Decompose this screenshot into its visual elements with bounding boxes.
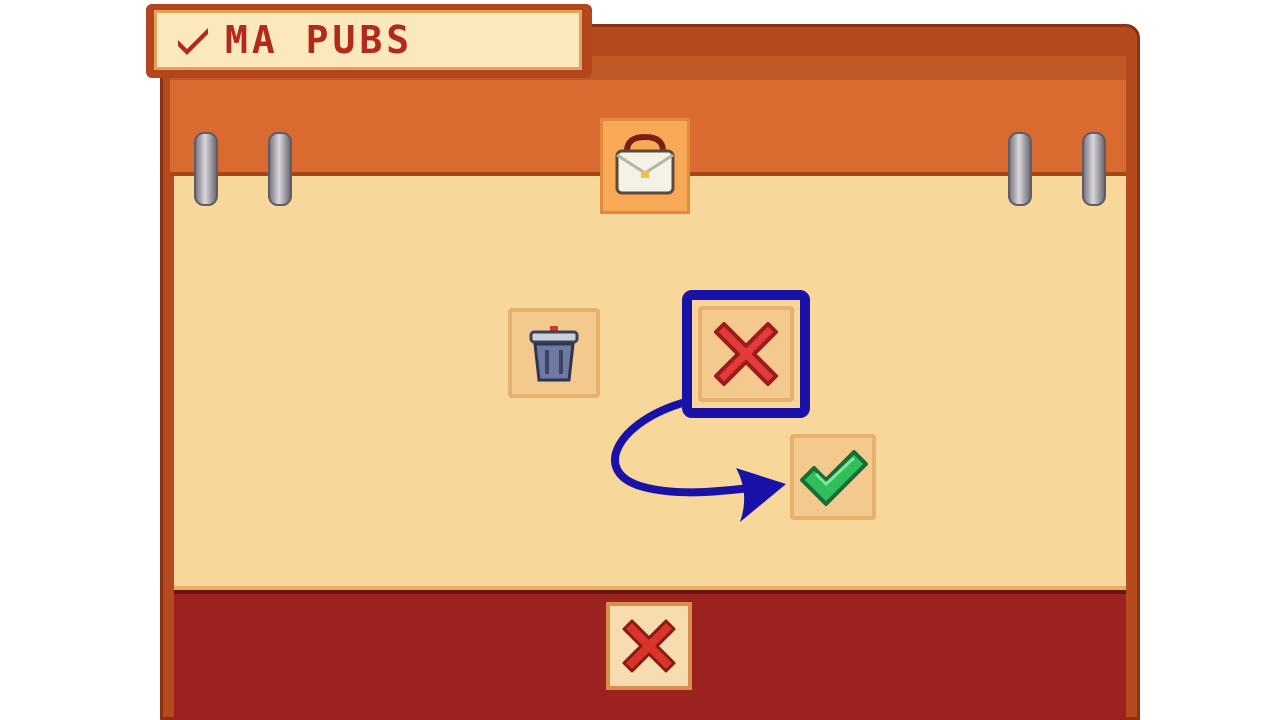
green-check-icon: [796, 440, 870, 514]
binder-ring-left-2: [268, 132, 292, 206]
binder-ring-right-2: [1082, 132, 1106, 206]
close-button[interactable]: [606, 602, 692, 690]
close-x-icon: [616, 613, 682, 679]
binder-ring-right-1: [1008, 132, 1032, 206]
delete-button[interactable]: [508, 308, 600, 398]
category-tab-bag[interactable]: [600, 118, 690, 214]
curved-arrow-icon: [600, 390, 810, 530]
accept-button[interactable]: [790, 434, 876, 520]
trash-can-icon: [521, 320, 587, 386]
binder-ring-left-1: [194, 132, 218, 206]
page-title: MA PUBS: [225, 18, 414, 62]
header-tab: MA PUBS: [154, 10, 582, 70]
checkmark-icon: [175, 22, 211, 58]
bag-icon: [603, 121, 687, 211]
